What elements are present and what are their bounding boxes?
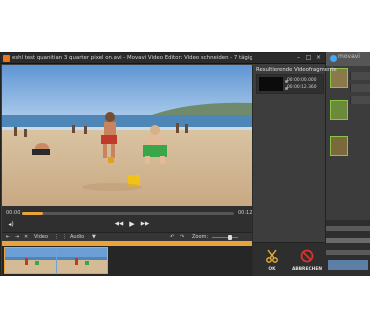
ok-button[interactable]: OK bbox=[255, 247, 289, 275]
title-bar: eshl test quanitian 3 quarter pixel on.a… bbox=[1, 53, 325, 64]
video-clip[interactable] bbox=[4, 247, 108, 274]
video-cut-dialog: eshl test quanitian 3 quarter pixel on.a… bbox=[0, 52, 337, 276]
dialog-action-bar: OK ABBRECHEN bbox=[253, 242, 326, 276]
progress-fill bbox=[22, 212, 44, 215]
ok-label: OK bbox=[268, 267, 276, 272]
background-timeline bbox=[326, 220, 370, 276]
background-thumbnail[interactable] bbox=[330, 136, 348, 156]
fragment-end-time: 00:00:12.360 bbox=[287, 85, 317, 90]
background-track bbox=[326, 238, 370, 243]
fragments-panel: Resultierende Videofragmente 00:00:00.00… bbox=[252, 65, 337, 276]
background-thumbnail[interactable] bbox=[330, 100, 348, 120]
clip-frame-thumbnail bbox=[57, 248, 107, 273]
background-app-window: movavi bbox=[326, 52, 370, 276]
clip-frame-thumbnail bbox=[5, 248, 56, 273]
background-track bbox=[326, 226, 370, 231]
zoom-slider-handle[interactable] bbox=[228, 235, 233, 240]
fragment-item[interactable]: 00:00:00.000 00:00:12.360 bbox=[256, 74, 324, 94]
app-icon bbox=[3, 55, 10, 62]
cancel-label: ABBRECHEN bbox=[291, 267, 323, 272]
zoom-slider[interactable] bbox=[212, 235, 238, 240]
background-side-button[interactable] bbox=[350, 84, 370, 92]
playback-controls: 00:00 00:12 ◂) ◀◀ ▶ ▶▶ bbox=[2, 206, 252, 232]
cancel-icon bbox=[300, 249, 314, 263]
background-track bbox=[326, 250, 370, 255]
maximize-button[interactable]: □ bbox=[304, 54, 313, 62]
close-button[interactable]: × bbox=[314, 54, 323, 62]
edit-toolbar: ⇤ ⇥ ✕ Video ⋮ ⋮ Audio ▼ ↶ ↷ Zoom: bbox=[2, 232, 252, 241]
video-preview[interactable] bbox=[2, 65, 252, 206]
next-frame-button[interactable]: ▶▶ bbox=[138, 220, 152, 229]
progress-bar[interactable] bbox=[22, 212, 234, 215]
fragment-thumbnail bbox=[259, 77, 283, 91]
background-app-header: movavi bbox=[326, 52, 370, 66]
timeline[interactable] bbox=[2, 246, 252, 276]
movavi-logo-icon bbox=[330, 55, 337, 62]
scissors-icon bbox=[266, 249, 278, 263]
previous-frame-button[interactable]: ◀◀ bbox=[112, 220, 126, 229]
fragments-heading: Resultierende Videofragmente bbox=[256, 67, 337, 73]
background-app-brand: movavi bbox=[338, 53, 360, 60]
cancel-button[interactable]: ABBRECHEN bbox=[290, 247, 324, 275]
speaker-icon[interactable]: ◂) bbox=[6, 220, 16, 229]
background-clip bbox=[328, 260, 368, 270]
play-button[interactable]: ▶ bbox=[126, 220, 138, 229]
background-side-button[interactable] bbox=[350, 72, 370, 80]
video-frame-image bbox=[2, 65, 252, 206]
current-time: 00:00 bbox=[6, 210, 21, 216]
window-title: eshl test quanitian 3 quarter pixel on.a… bbox=[12, 55, 252, 61]
minimize-button[interactable]: – bbox=[294, 54, 303, 62]
background-side-button[interactable] bbox=[350, 96, 370, 104]
end-time: 00:12 bbox=[238, 210, 253, 216]
fragment-start-time: 00:00:00.000 bbox=[287, 78, 317, 83]
